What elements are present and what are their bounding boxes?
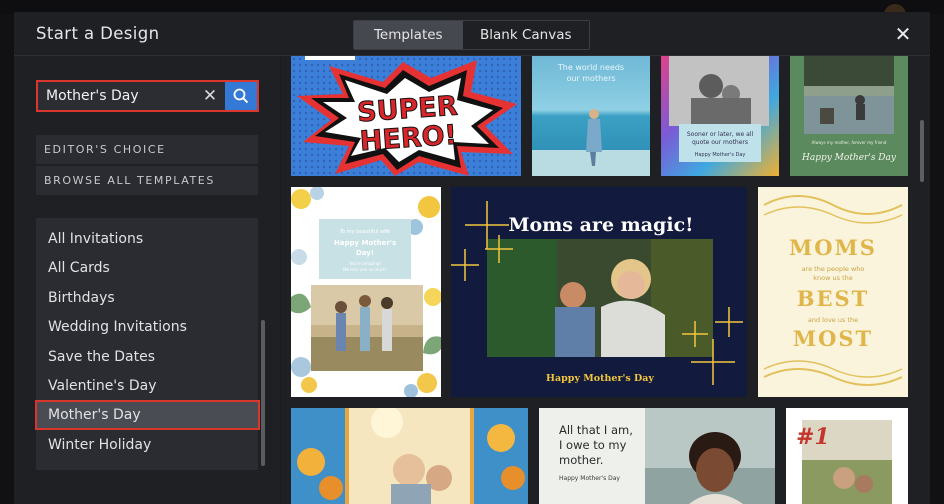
modal-title: Start a Design <box>36 24 160 43</box>
moms-word1: MOMS <box>789 235 877 260</box>
all-that-line1: All that I am, <box>559 423 633 437</box>
all-that-line3: mother. <box>559 453 603 467</box>
template-beach-mother[interactable]: The world needs our mothers <box>532 56 650 176</box>
sunflower-artwork <box>291 408 528 504</box>
all-that-footer: Happy Mother's Day <box>559 475 620 482</box>
magic-artwork: Moms are magic! Happy Mother's Day <box>451 187 747 397</box>
category-winter-holiday[interactable]: Winter Holiday <box>36 430 258 460</box>
floral-small: To my beautiful wife <box>339 229 390 235</box>
template-moms-best-most[interactable]: MOMS are the people who know us the BEST… <box>758 187 908 397</box>
moms-word2: BEST <box>797 286 870 311</box>
category-all-invitations[interactable]: All Invitations <box>36 224 258 254</box>
moms-word3: MOST <box>793 326 873 351</box>
floral-artwork: To my beautiful wife Happy Mother's Day!… <box>291 187 441 397</box>
category-wedding-invitations[interactable]: Wedding Invitations <box>36 312 258 342</box>
category-all-cards[interactable]: All Cards <box>36 253 258 283</box>
lake-artwork: Always my mother, forever my friend Happ… <box>790 56 908 176</box>
moms-sub2: know us the <box>813 274 852 282</box>
all-that-artwork: All that I am, I owe to my mother. Happy… <box>539 408 775 504</box>
all-that-line2: I owe to my <box>559 438 627 452</box>
quote-footer: Happy Mother's Day <box>695 152 746 158</box>
magic-footer: Happy Mother's Day <box>546 373 654 384</box>
category-valentines-day[interactable]: Valentine's Day <box>36 371 258 401</box>
template-all-that-i-am[interactable]: All that I am, I owe to my mother. Happy… <box>539 408 775 504</box>
category-list: All Invitations All Cards Birthdays Wedd… <box>35 218 260 470</box>
moms-sub3: and love us the <box>808 316 858 324</box>
beach-artwork: The world needs our mothers <box>532 56 650 176</box>
search-icon <box>233 88 249 104</box>
moms-best-artwork: MOMS are the people who know us the BEST… <box>758 187 908 397</box>
sidebar-scrollbar[interactable] <box>261 320 265 466</box>
modal-header: Start a Design Templates Blank Canvas ✕ <box>14 12 930 56</box>
quote-line2: quote our mothers <box>692 139 748 146</box>
editors-choice-link[interactable]: EDITOR'S CHOICE <box>36 135 258 164</box>
lake-script: Happy Mother's Day <box>801 153 897 163</box>
template-superhero[interactable]: SUPER HERO! <box>291 56 521 176</box>
moms-sub1: are the people who <box>802 265 865 273</box>
clear-search-icon[interactable]: ✕ <box>201 86 219 106</box>
template-quote-mothers[interactable]: Sooner or later, we all quote our mother… <box>661 56 779 176</box>
grid-scrollbar[interactable] <box>920 120 924 182</box>
number-one-label: #1 <box>796 424 830 450</box>
close-icon[interactable]: ✕ <box>894 24 912 44</box>
template-lake-friend[interactable]: Always my mother, forever my friend Happ… <box>790 56 908 176</box>
number-one-artwork: #1 <box>786 408 908 504</box>
floral-title2: Day! <box>356 249 374 257</box>
superhero-artwork: SUPER HERO! <box>291 56 521 176</box>
floral-sub1: You're amazing! <box>348 261 381 266</box>
template-number-one-mom[interactable]: #1 <box>786 408 908 504</box>
floral-title1: Happy Mother's <box>334 239 396 247</box>
category-mothers-day[interactable]: Mother's Day <box>35 400 260 430</box>
tab-blank-canvas[interactable]: Blank Canvas <box>462 21 589 49</box>
floral-sub2: We love you so much! <box>343 267 387 272</box>
mode-switcher: Templates Blank Canvas <box>353 20 590 50</box>
template-floral-family[interactable]: To my beautiful wife Happy Mother's Day!… <box>291 187 441 397</box>
template-sunflower-family[interactable] <box>291 408 528 504</box>
beach-line1: The world needs <box>557 63 624 72</box>
magic-title: Moms are magic! <box>509 214 694 236</box>
category-birthdays[interactable]: Birthdays <box>36 283 258 313</box>
category-save-the-dates[interactable]: Save the Dates <box>36 342 258 372</box>
quote-line1: Sooner or later, we all <box>687 131 754 138</box>
panel-divider <box>280 56 281 504</box>
search-box: ✕ <box>36 80 259 112</box>
beach-line2: our mothers <box>566 74 615 83</box>
tab-templates[interactable]: Templates <box>354 21 463 49</box>
lake-small: Always my mother, forever my friend <box>812 140 887 145</box>
browse-all-templates-link[interactable]: BROWSE ALL TEMPLATES <box>36 166 258 195</box>
search-button[interactable] <box>225 82 257 110</box>
start-design-modal: Start a Design Templates Blank Canvas ✕ … <box>14 12 930 504</box>
quote-card-artwork: Sooner or later, we all quote our mother… <box>661 56 779 176</box>
template-moms-are-magic[interactable]: Moms are magic! Happy Mother's Day <box>451 187 747 397</box>
search-input[interactable] <box>38 82 225 110</box>
